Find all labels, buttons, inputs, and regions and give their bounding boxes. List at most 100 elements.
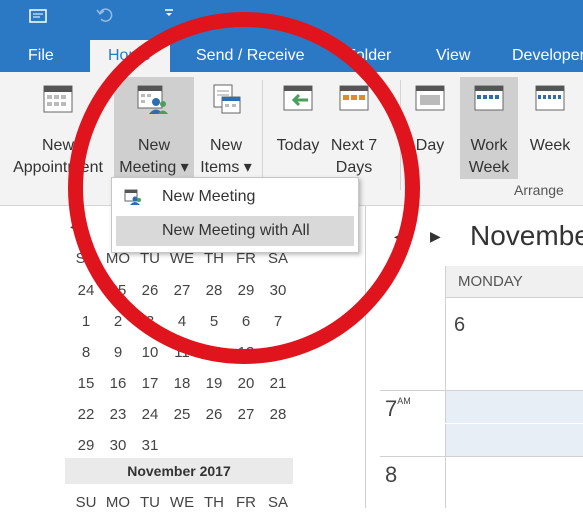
weekday: TH: [204, 494, 224, 511]
time-slot-730am[interactable]: [445, 424, 583, 456]
calendar-day[interactable]: 21: [263, 375, 293, 392]
customize-toolbar-icon[interactable]: [164, 8, 174, 18]
calendar-day[interactable]: 10: [135, 344, 165, 361]
calendar-day[interactable]: 4: [167, 313, 197, 330]
calendar-day[interactable]: 14: [263, 344, 293, 361]
new-appointment-button[interactable]: New Appointment: [6, 77, 110, 177]
calendar-day[interactable]: 15: [71, 375, 101, 392]
prev-month-arrow-icon[interactable]: ◀: [70, 218, 81, 235]
back-arrow-icon[interactable]: ◀: [394, 228, 405, 245]
weekday: TU: [140, 494, 160, 511]
weekday: FR: [236, 494, 256, 511]
group-separator: [262, 80, 263, 190]
calendar-day[interactable]: 16: [103, 375, 133, 392]
today-arrow-icon: [283, 85, 313, 111]
calendar-day[interactable]: 26: [199, 406, 229, 423]
calendar-day[interactable]: 29: [231, 282, 261, 299]
hour-label-8: 8: [385, 462, 398, 487]
work-week-icon: [474, 85, 504, 111]
calendar-day[interactable]: 11: [167, 344, 197, 361]
new-appointment-label-1: New: [41, 137, 74, 154]
calendar-day[interactable]: 23: [103, 406, 133, 423]
title-bar: [0, 0, 583, 40]
calendar-day[interactable]: 8: [71, 344, 101, 361]
tab-developer[interactable]: Developer: [512, 40, 583, 72]
work-week-label-2: Week: [468, 159, 510, 176]
calendar-day[interactable]: 25: [103, 282, 133, 299]
calendar-day[interactable]: 7: [263, 313, 293, 330]
calendar-day[interactable]: 19: [199, 375, 229, 392]
calendar-day[interactable]: 12: [199, 344, 229, 361]
tab-file[interactable]: File: [28, 40, 54, 72]
tab-folder[interactable]: Folder: [346, 40, 391, 72]
day-label: Day: [415, 137, 445, 154]
next-days-icon: [339, 85, 369, 111]
calendar-week-row: 8 9 10 11 12 13 14: [71, 344, 296, 364]
time-slot-7am[interactable]: [445, 391, 583, 423]
tab-send-receive[interactable]: Send / Receive: [196, 40, 305, 72]
new-meeting-dropdown: New Meeting New Meeting with All: [111, 177, 359, 253]
today-label: Today: [276, 137, 320, 154]
calendar-day[interactable]: 1: [71, 313, 101, 330]
tab-home[interactable]: Home: [90, 40, 170, 72]
calendar-day[interactable]: 30: [263, 282, 293, 299]
menu-item-new-meeting-with-all[interactable]: New Meeting with All: [116, 216, 354, 246]
calendar-day[interactable]: 30: [103, 437, 133, 454]
day-header[interactable]: MONDAY: [445, 266, 583, 298]
menu-item-label: New Meeting with All: [162, 222, 310, 239]
calendar-day[interactable]: 3: [135, 313, 165, 330]
meeting-people-icon: [124, 189, 141, 205]
calendar-day[interactable]: 13: [231, 344, 261, 361]
next-7-days-button[interactable]: Next 7 Days: [330, 77, 378, 177]
calendar-day[interactable]: 24: [71, 282, 101, 299]
calendar-day[interactable]: 31: [135, 437, 165, 454]
new-items-button[interactable]: New Items ▾: [198, 77, 254, 177]
weekday: WE: [169, 494, 195, 511]
work-week-label-1: Work: [470, 137, 508, 154]
view-month-title: Novembe: [470, 220, 583, 251]
calendar-day[interactable]: 20: [231, 375, 261, 392]
day-cell[interactable]: 6: [445, 298, 583, 390]
tab-view[interactable]: View: [436, 40, 470, 72]
menu-item-label: New Meeting: [162, 188, 256, 205]
menu-item-new-meeting[interactable]: New Meeting: [116, 182, 354, 212]
week-label: Week: [529, 137, 571, 154]
calendar-day[interactable]: 25: [167, 406, 197, 423]
calendar-week-row: 15 16 17 18 19 20 21: [71, 375, 296, 395]
time-slot-8am[interactable]: [445, 457, 583, 508]
next-month-weekdays: SU MO TU WE TH FR SA: [71, 494, 296, 514]
calendar-day[interactable]: 6: [231, 313, 261, 330]
new-items-icon: [213, 84, 241, 114]
weekday: MO: [105, 494, 131, 511]
new-meeting-button[interactable]: New Meeting ▾: [114, 77, 194, 179]
day-view-button[interactable]: Day: [406, 77, 454, 177]
calendar-day[interactable]: 9: [103, 344, 133, 361]
weekday: SU: [75, 494, 97, 511]
calendar-day[interactable]: 17: [135, 375, 165, 392]
calendar-day[interactable]: 22: [71, 406, 101, 423]
day-view-icon: [415, 85, 445, 111]
work-week-button[interactable]: Work Week: [460, 77, 518, 179]
weekday: SA: [267, 494, 288, 511]
calendar-day[interactable]: 27: [231, 406, 261, 423]
next-month-title: November 2017: [65, 458, 293, 484]
calendar-day[interactable]: 18: [167, 375, 197, 392]
today-button[interactable]: Today: [270, 77, 326, 177]
next-days-label-2: Days: [335, 159, 373, 176]
undo-icon[interactable]: [96, 6, 114, 24]
calendar-day[interactable]: 5: [199, 313, 229, 330]
quick-access-icon[interactable]: [28, 6, 48, 26]
calendar-day[interactable]: 28: [263, 406, 293, 423]
calendar-day[interactable]: 29: [71, 437, 101, 454]
week-view-button[interactable]: Week: [524, 77, 576, 177]
forward-arrow-icon[interactable]: ▶: [430, 228, 441, 245]
calendar-day[interactable]: 26: [135, 282, 165, 299]
calendar-day[interactable]: 24: [135, 406, 165, 423]
calendar-day[interactable]: 28: [199, 282, 229, 299]
next-days-label-1: Next 7: [330, 137, 378, 154]
mini-calendar-weekdays: SU MO TU WE TH FR SA: [71, 250, 296, 270]
calendar-day[interactable]: 27: [167, 282, 197, 299]
weekday: SU: [75, 250, 97, 267]
calendar-day[interactable]: 2: [103, 313, 133, 330]
new-items-label-1: New: [209, 137, 242, 154]
